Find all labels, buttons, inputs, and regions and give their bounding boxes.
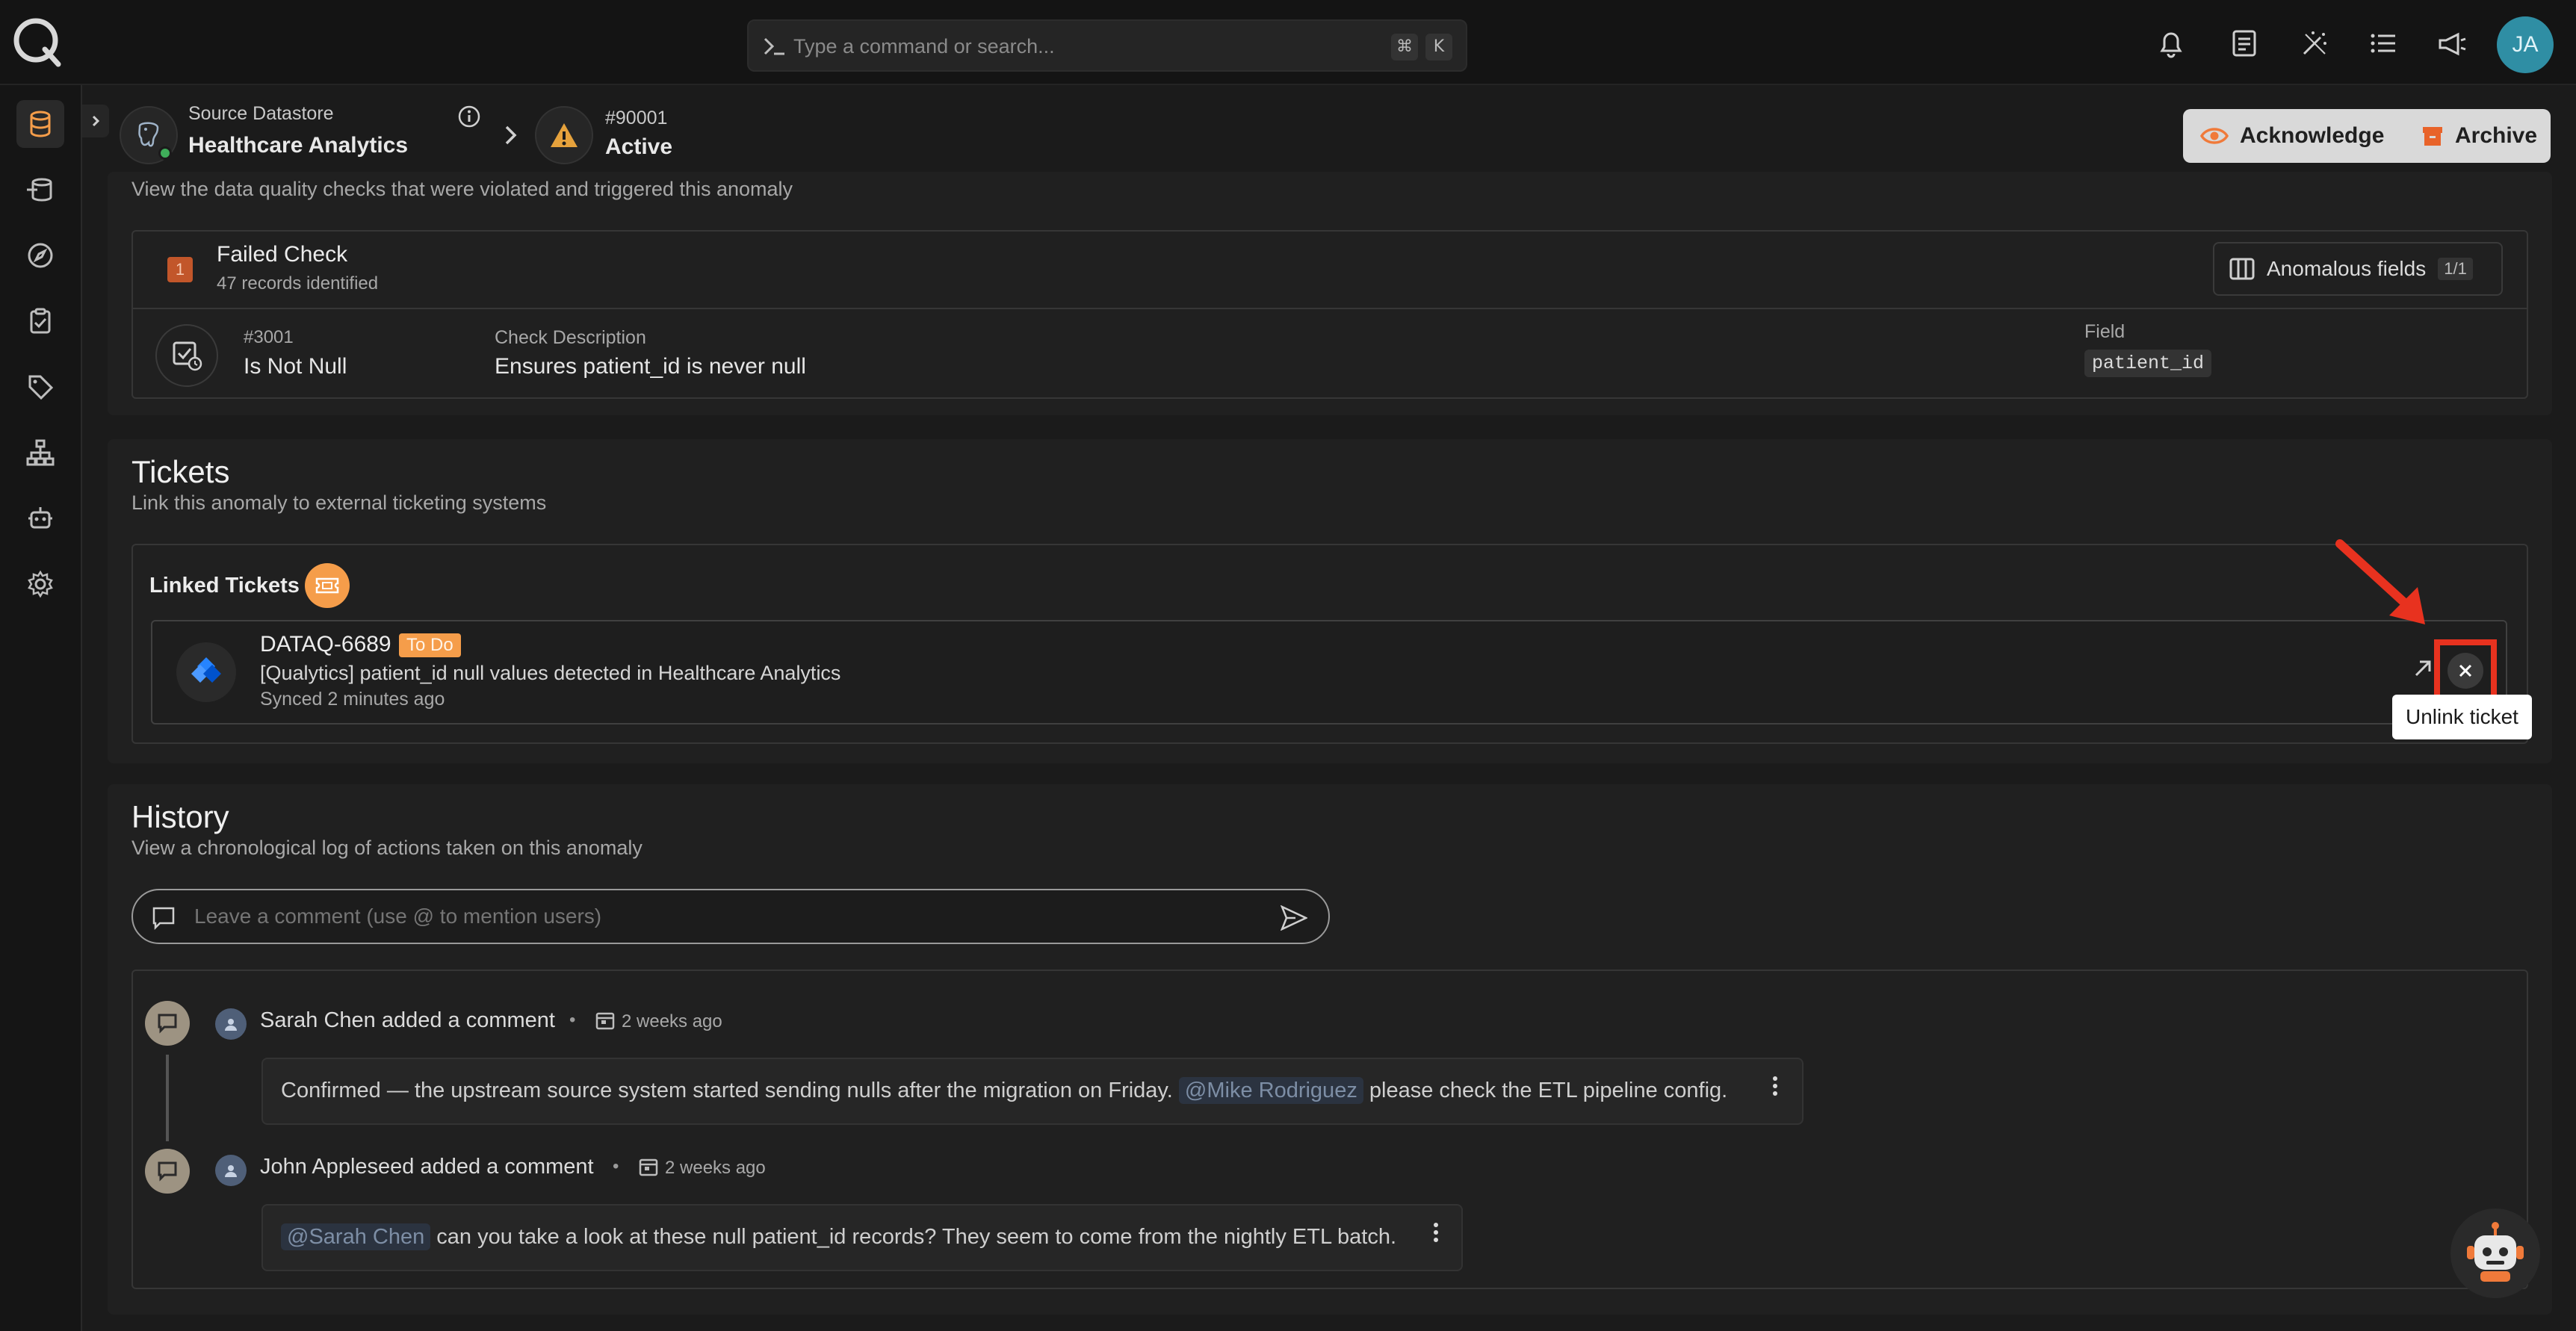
checks-subtitle: View the data quality checks that were v… [131, 178, 793, 200]
history-subtitle: View a chronological log of actions take… [131, 837, 643, 859]
anomaly-status: Active [605, 134, 673, 159]
acknowledge-button[interactable]: Acknowledge [2183, 109, 2437, 163]
user-avatar-icon [215, 1008, 247, 1040]
eye-icon [2199, 125, 2229, 147]
field-label: Field [2084, 321, 2125, 342]
user-avatar[interactable]: JA [2497, 16, 2554, 73]
timeline-comment-icon [145, 1001, 190, 1046]
ticket-status-badge: To Do [399, 633, 461, 657]
nav-tags-icon[interactable] [16, 363, 64, 411]
tickets-title: Tickets [131, 454, 230, 489]
more-options-icon[interactable] [1425, 1219, 1446, 1246]
ticket-summary: [Qualytics] patient_id null values detec… [260, 662, 841, 684]
divider [131, 308, 2528, 309]
entry-time: 2 weeks ago [665, 1158, 766, 1178]
unlink-ticket-button[interactable] [2447, 653, 2483, 689]
more-options-icon[interactable] [1765, 1073, 1786, 1099]
send-icon[interactable] [1281, 905, 1307, 931]
terminal-prompt-icon [762, 33, 786, 60]
timeline-line [166, 1055, 169, 1141]
connection-status-dot [158, 146, 172, 160]
records-count: 47 records identified [217, 273, 379, 294]
check-description-label: Check Description [495, 327, 646, 348]
comment-bubble-icon [151, 905, 176, 931]
nav-enrichment-icon[interactable] [16, 166, 64, 214]
megaphone-icon[interactable] [2431, 22, 2473, 64]
warning-triangle-icon [535, 106, 593, 164]
calendar-icon [595, 1010, 616, 1031]
open-external-icon[interactable] [2412, 657, 2434, 680]
anomalous-count: 1/1 [2438, 258, 2473, 280]
columns-icon [2229, 258, 2255, 280]
unlink-tooltip: Unlink ticket [2392, 695, 2532, 739]
jira-logo-icon [176, 642, 236, 702]
shortcut-k-key: K [1425, 34, 1452, 60]
field-value: patient_id [2084, 350, 2212, 377]
robot-icon [2461, 1219, 2530, 1288]
dot-separator: • [613, 1156, 619, 1176]
history-title: History [131, 799, 229, 834]
expand-sidebar-button[interactable] [82, 105, 109, 137]
list-icon[interactable] [2362, 22, 2404, 64]
shortcut-mod-key: ⌘ [1391, 34, 1418, 60]
magic-wand-icon[interactable] [2294, 22, 2335, 64]
info-icon[interactable] [457, 105, 481, 128]
comment-input-wrapper[interactable] [131, 889, 1330, 944]
check-description-value: Ensures patient_id is never null [495, 354, 806, 379]
nav-datastores-icon[interactable] [16, 100, 64, 148]
archive-button[interactable]: Archive [2404, 109, 2551, 163]
user-mention[interactable]: @Sarah Chen [281, 1223, 431, 1250]
notifications-bell-icon[interactable] [2150, 22, 2192, 64]
ticket-key[interactable]: DATAQ-6689 [260, 632, 391, 657]
failed-check-title: Failed Check [217, 242, 348, 267]
anomalous-fields-button[interactable]: Anomalous fields 1/1 [2213, 242, 2503, 296]
calendar-icon [638, 1156, 659, 1177]
close-icon [2457, 663, 2474, 679]
check-name[interactable]: Is Not Null [244, 354, 347, 379]
app-logo-icon[interactable] [10, 15, 64, 69]
ticket-icon [305, 563, 350, 608]
user-avatar-icon [215, 1155, 247, 1186]
docs-icon[interactable] [2223, 22, 2265, 64]
datastore-label: Source Datastore [188, 103, 334, 124]
linked-tickets-label: Linked Tickets [149, 574, 300, 598]
anomaly-id: #90001 [605, 108, 668, 128]
datastore-name[interactable]: Healthcare Analytics [188, 133, 408, 158]
check-schedule-icon [155, 324, 218, 387]
command-search[interactable]: ⌘ K [747, 19, 1467, 72]
nav-checks-clipboard-icon[interactable] [16, 297, 64, 345]
entry-time: 2 weeks ago [622, 1011, 722, 1031]
comment-text: @Sarah Chen can you take a look at these… [281, 1223, 1396, 1250]
comment-text: Confirmed — the upstream source system s… [281, 1077, 1728, 1104]
comment-input[interactable] [194, 901, 1225, 932]
search-input[interactable] [793, 30, 1376, 63]
breadcrumb-chevron-icon [502, 124, 520, 146]
archive-box-icon [2421, 124, 2445, 148]
nav-agents-robot-icon[interactable] [16, 494, 64, 542]
nav-explore-compass-icon[interactable] [16, 232, 64, 279]
nav-flows-hierarchy-icon[interactable] [16, 429, 64, 477]
annotation-arrow [2334, 538, 2439, 635]
assistant-bot-button[interactable] [2450, 1209, 2540, 1298]
user-mention[interactable]: @Mike Rodriguez [1178, 1077, 1363, 1104]
timeline-comment-icon [145, 1149, 190, 1194]
nav-settings-gear-icon[interactable] [16, 560, 64, 608]
check-id: #3001 [244, 327, 294, 347]
tickets-subtitle: Link this anomaly to external ticketing … [131, 491, 547, 514]
failed-count-badge: 1 [167, 257, 193, 282]
entry-author-action: Sarah Chen added a comment [260, 1008, 555, 1032]
ticket-synced-time: Synced 2 minutes ago [260, 689, 445, 710]
entry-author-action: John Appleseed added a comment [260, 1155, 594, 1179]
dot-separator: • [569, 1010, 576, 1030]
